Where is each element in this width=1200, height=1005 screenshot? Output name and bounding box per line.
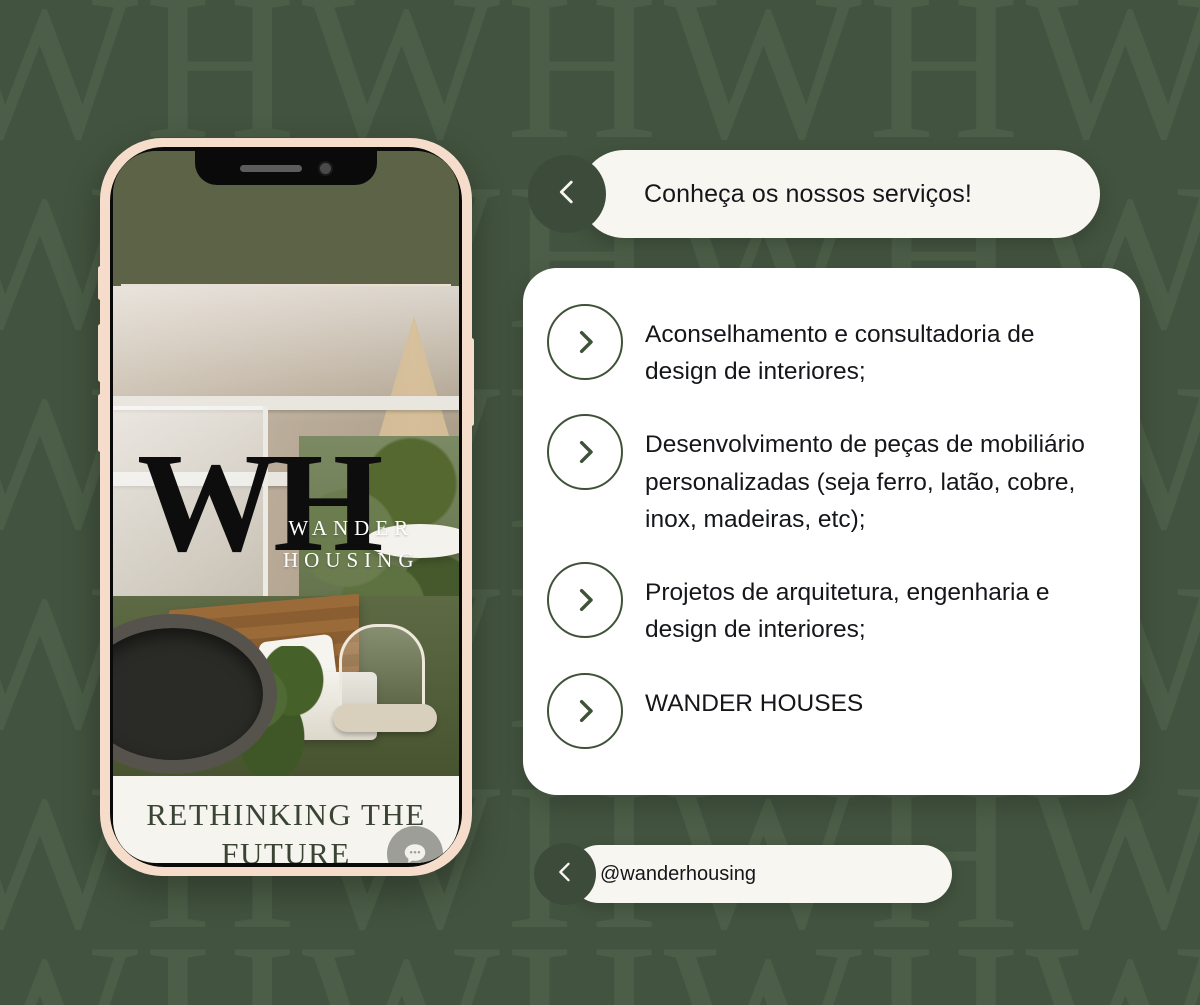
chevron-right-icon: [547, 414, 623, 491]
list-item-label: Projetos de arquitetura, engenharia e de…: [645, 579, 1050, 644]
phone-volume-up-button[interactable]: [98, 324, 103, 382]
list-item[interactable]: Desenvolvimento de peças de mobiliário p…: [523, 412, 1140, 538]
speaker-slot-icon: [239, 164, 302, 172]
header-divider: [121, 284, 451, 286]
chevron-left-icon: [550, 175, 584, 214]
phone-power-button[interactable]: [469, 338, 474, 426]
chevron-left-icon: [551, 858, 579, 891]
hero-photo: [113, 286, 459, 776]
chevron-right-icon: [547, 562, 623, 639]
footer-back-button[interactable]: [534, 843, 596, 905]
page-title: Conheça os nossos serviços!: [644, 179, 972, 208]
header-pill: Conheça os nossos serviços!: [580, 150, 1100, 238]
list-item-label: Aconselhamento e consultadoria de design…: [645, 321, 1035, 386]
chevron-right-icon: [547, 672, 623, 749]
hero-caption-panel: RETHINKING THE FUTURE: [113, 776, 459, 863]
front-camera-icon: [317, 160, 333, 176]
phone-mockup: Search... WH: [98, 138, 474, 876]
phone-mute-switch[interactable]: [98, 266, 103, 300]
list-item[interactable]: Projetos de arquitetura, engenharia e de…: [523, 560, 1140, 648]
services-card: Aconselhamento e consultadoria de design…: [523, 268, 1140, 795]
phone-volume-down-button[interactable]: [98, 394, 103, 452]
social-handle: @wanderhousing: [600, 862, 756, 885]
phone-notch: [195, 151, 377, 185]
phone-screen: Search... WH: [113, 151, 459, 863]
poster-canvas: WHWHWHWHWH WHWHWHWHWH WHWHWHWHWH WHWHWHW…: [0, 0, 1200, 1005]
footer-pill: @wanderhousing: [570, 845, 952, 903]
list-item[interactable]: WANDER HOUSES: [523, 671, 1140, 749]
list-item-label: Desenvolvimento de peças de mobiliário p…: [645, 431, 1085, 533]
watermark-row: WHWHWHWHWH: [0, 912, 1200, 1005]
chevron-right-icon: [547, 304, 623, 380]
back-button[interactable]: [528, 155, 606, 233]
list-item[interactable]: Aconselhamento e consultadoria de design…: [523, 302, 1140, 390]
list-item-label: WANDER HOUSES: [645, 689, 864, 717]
